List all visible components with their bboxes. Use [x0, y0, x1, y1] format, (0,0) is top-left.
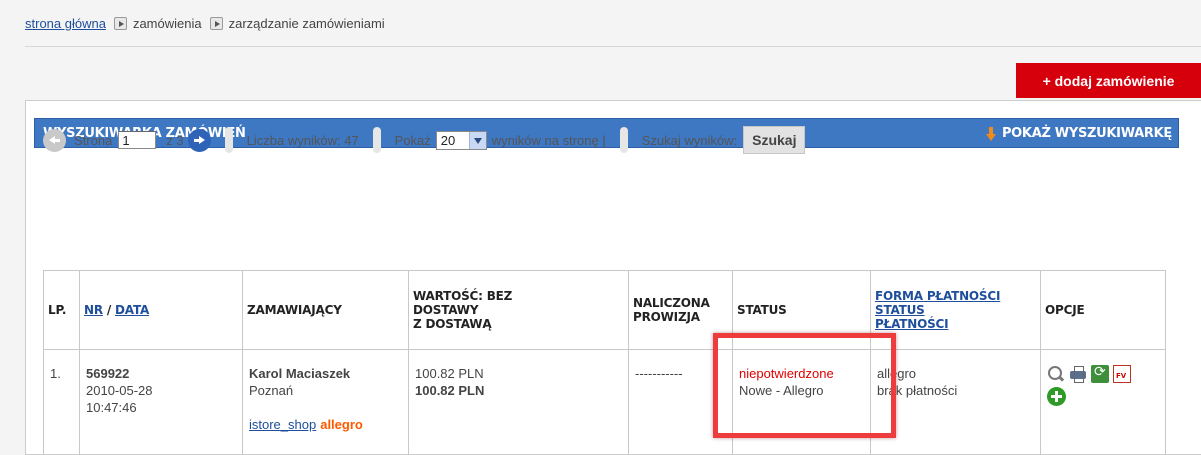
- cell-value: 100.82 PLN 100.82 PLN: [408, 349, 629, 455]
- show-search-label: POKAŻ WYSZUKIWARKĘ: [1001, 126, 1172, 141]
- table-header-row: LP. NR / DATA ZAMAWIAJĄCY WARTOŚĆ: BEZ D…: [43, 270, 1166, 350]
- print-icon[interactable]: [1069, 365, 1087, 383]
- header-customer: ZAMAWIAJĄCY: [242, 270, 409, 350]
- arrow-down-icon: [985, 126, 996, 141]
- next-page-icon[interactable]: [187, 128, 211, 152]
- chevron-down-icon[interactable]: [468, 131, 486, 149]
- pager: Strona z 3 Liczba wyników: 47 Pokaż 20 w…: [43, 125, 806, 155]
- search-results-label: Szukaj wyników:: [641, 132, 738, 148]
- separator: [619, 127, 628, 153]
- header-nr-date: NR / DATA: [79, 270, 243, 350]
- status-highlight-box: [713, 333, 896, 438]
- separator: [224, 127, 233, 153]
- allegro-logo: allegro: [320, 417, 363, 432]
- cell-options: [1040, 349, 1166, 455]
- sort-nr-link[interactable]: NR: [84, 303, 103, 317]
- order-date: 2010-05-28: [86, 383, 153, 398]
- search-button[interactable]: Szukaj: [743, 126, 806, 154]
- page-label: Strona: [74, 132, 113, 148]
- payment-status: brak płatności: [877, 383, 958, 398]
- header-payment: FORMA PŁATNOŚCI STATUS PŁATNOŚCI: [870, 270, 1041, 350]
- sort-date-link[interactable]: DATA: [115, 303, 149, 317]
- sort-payment-link[interactable]: FORMA PŁATNOŚCI STATUS PŁATNOŚCI: [875, 289, 1036, 331]
- order-time: 10:47:46: [86, 400, 137, 415]
- results-count: Liczba wyników: 47: [246, 132, 359, 148]
- per-page-value: 20: [440, 132, 456, 148]
- search-icon[interactable]: [1047, 365, 1065, 383]
- per-page-suffix: wyników na stronę |: [491, 132, 606, 148]
- value-gross: 100.82 PLN: [415, 383, 485, 398]
- header-value: WARTOŚĆ: BEZ DOSTAWY Z DOSTAWĄ: [408, 270, 629, 350]
- cell-payment: allegro brak płatności: [870, 349, 1041, 455]
- value-net: 100.82 PLN: [415, 366, 484, 381]
- add-order-button[interactable]: + dodaj zamówienie: [1016, 63, 1201, 98]
- orders-table: LP. NR / DATA ZAMAWIAJĄCY WARTOŚĆ: BEZ D…: [43, 270, 1166, 455]
- payment-form: allegro: [877, 366, 917, 381]
- show-label: Pokaż: [394, 132, 431, 148]
- breadcrumb-home-link[interactable]: strona główna: [25, 16, 106, 31]
- breadcrumb: strona główna zamówienia zarządzanie zam…: [25, 16, 385, 31]
- page-count: z 3: [166, 132, 184, 148]
- breadcrumb-orders: zamówienia: [132, 16, 202, 31]
- invoice-icon[interactable]: [1113, 365, 1131, 385]
- breadcrumb-arrow-icon: [209, 17, 223, 30]
- header-lp: LP.: [43, 270, 80, 350]
- page-number-input[interactable]: [118, 131, 157, 149]
- header-options: OPCJE: [1040, 270, 1166, 350]
- breadcrumb-manage: zarządzanie zamówieniami: [228, 16, 385, 31]
- per-page-select[interactable]: 20: [435, 130, 487, 150]
- customer-city: Poznań: [249, 383, 294, 398]
- refresh-icon[interactable]: [1091, 364, 1109, 383]
- add-icon[interactable]: [1047, 387, 1066, 406]
- customer-name: Karol Maciaszek: [249, 366, 351, 381]
- shop-link[interactable]: istore_shop: [249, 417, 316, 432]
- separator: [372, 127, 381, 153]
- table-row: 1. 569922 2010-05-28 10:47:46 Karol Maci…: [43, 349, 1166, 455]
- prev-page-icon[interactable]: [43, 128, 66, 152]
- cell-lp: 1.: [43, 349, 80, 455]
- cell-customer: Karol Maciaszek Poznań istore_shop allegr…: [242, 349, 409, 455]
- order-number: 569922: [86, 366, 130, 381]
- divider: [25, 46, 1201, 47]
- show-search-toggle[interactable]: POKAŻ WYSZUKIWARKĘ: [985, 126, 1172, 141]
- breadcrumb-arrow-icon: [113, 17, 127, 30]
- cell-nr-date: 569922 2010-05-28 10:47:46: [79, 349, 243, 455]
